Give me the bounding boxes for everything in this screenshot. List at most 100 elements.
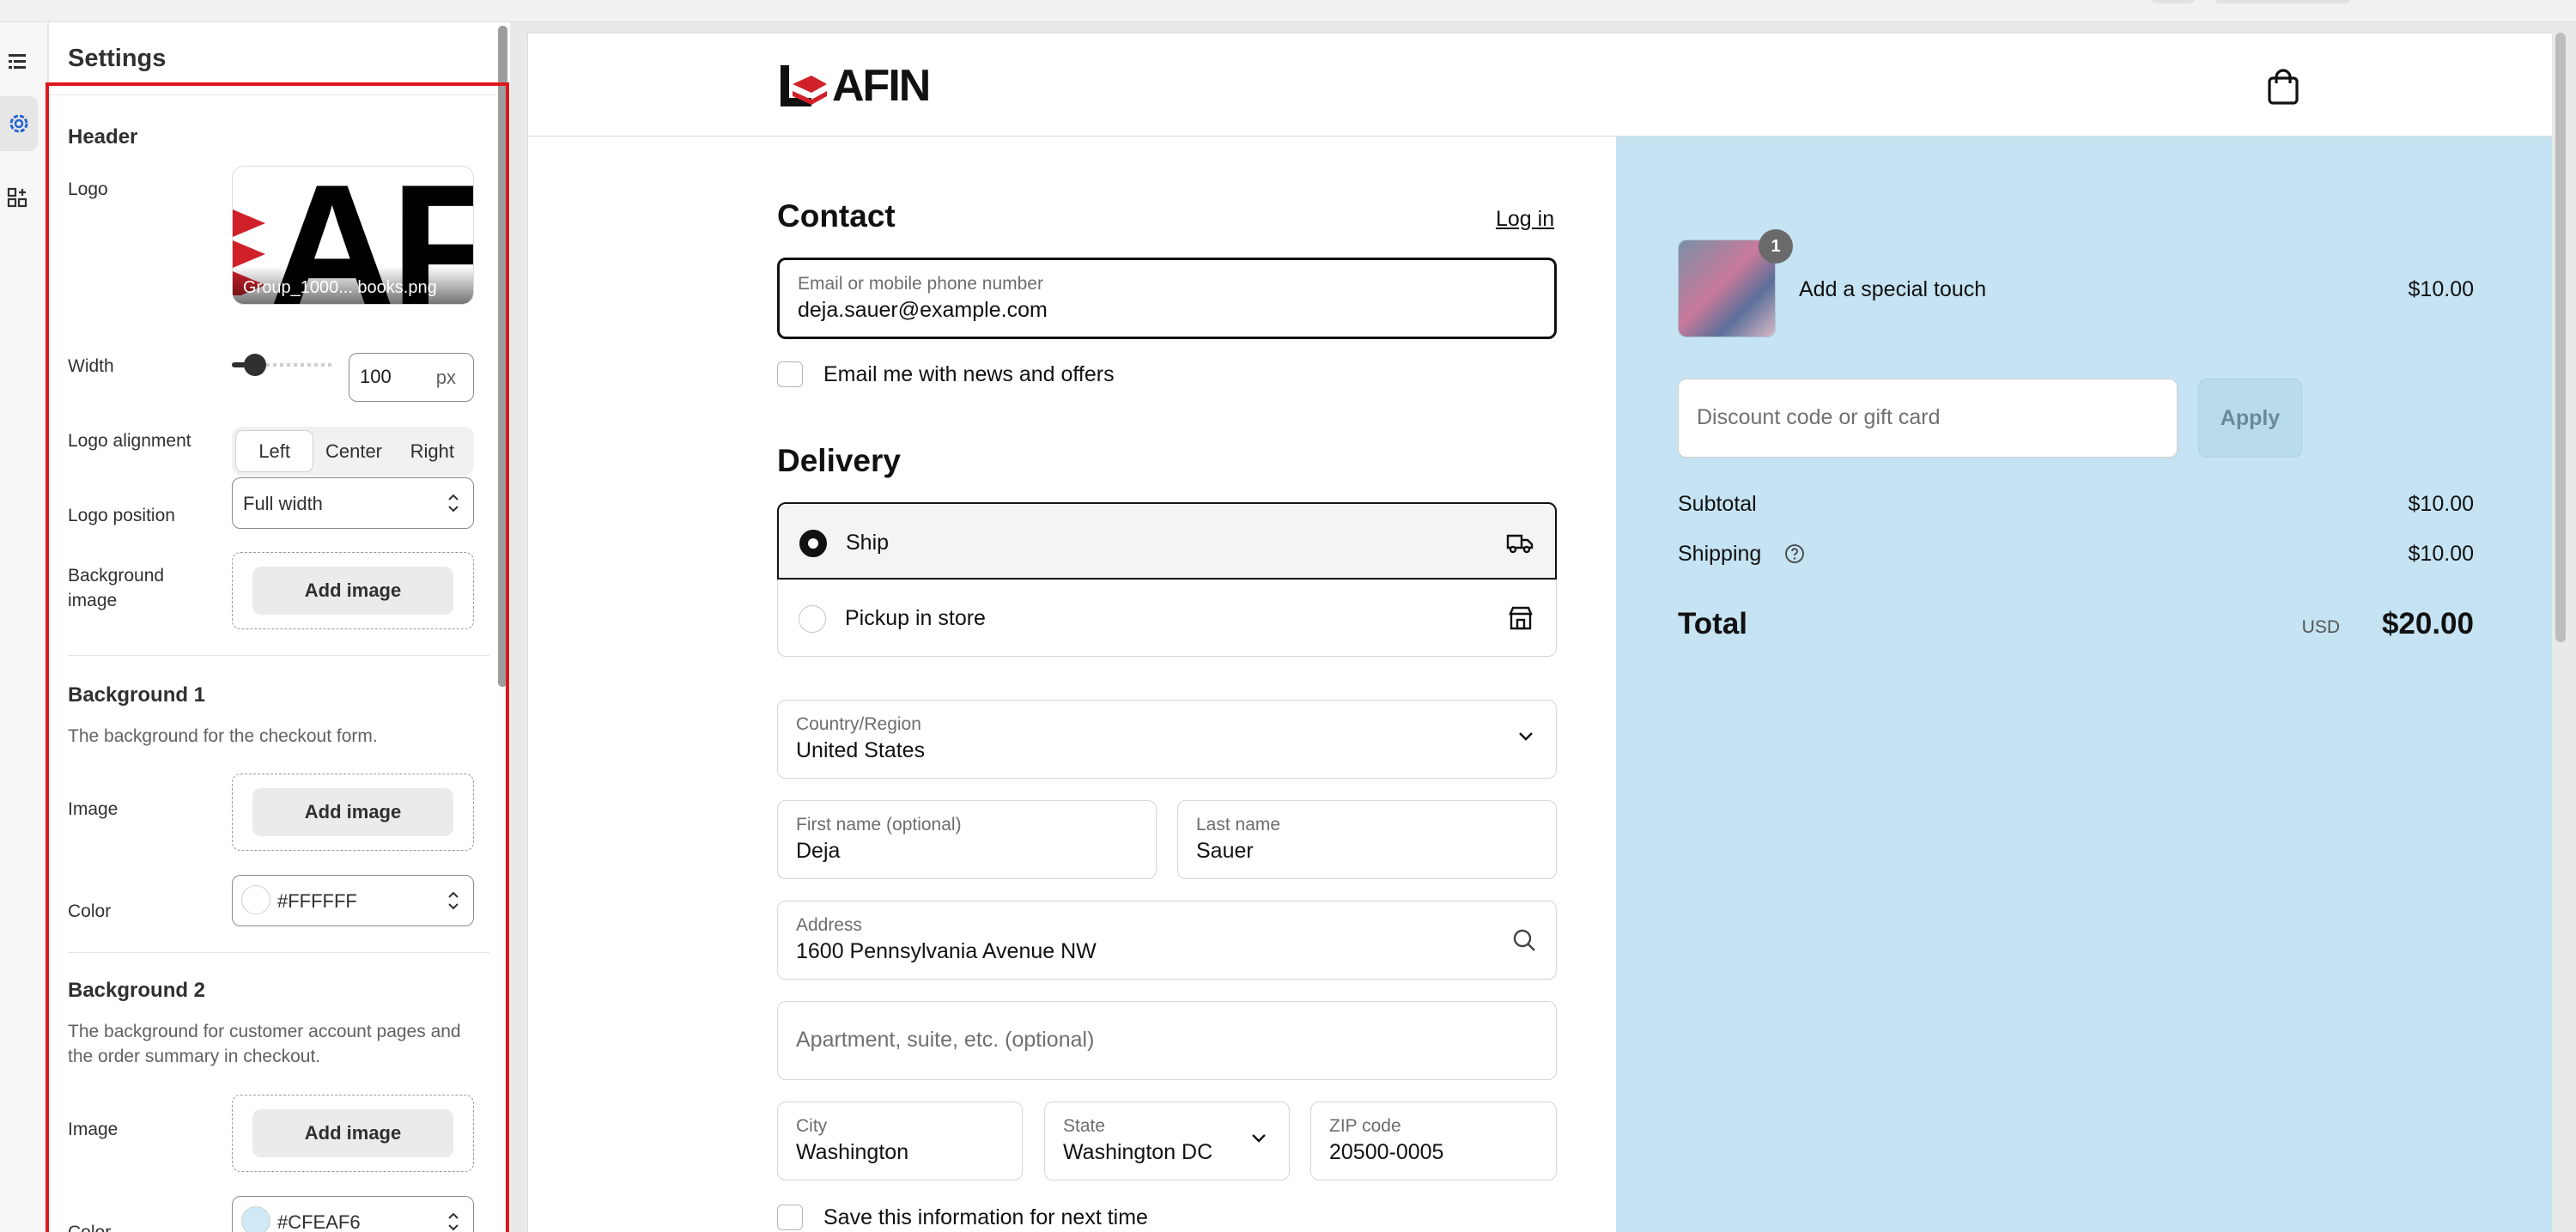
- brand-mark-icon: [781, 65, 827, 106]
- add-image-button[interactable]: Add image: [252, 788, 453, 836]
- alignment-center-option[interactable]: Center: [315, 430, 392, 472]
- address-field[interactable]: Address 1600 Pennsylvania Avenue NW: [777, 901, 1557, 980]
- select-caret-icon: [448, 494, 459, 513]
- discount-placeholder: Discount code or gift card: [1697, 405, 1941, 429]
- background2-color-picker[interactable]: #CFEAF6: [232, 1196, 474, 1232]
- background1-color-picker[interactable]: #FFFFFF: [232, 875, 474, 926]
- city-label: City: [796, 1116, 828, 1136]
- logo-position-label: Logo position: [68, 506, 175, 525]
- product-price: $10.00: [2408, 277, 2474, 301]
- address-value: 1600 Pennsylvania Avenue NW: [796, 939, 1097, 963]
- background2-description: The background for customer account page…: [68, 1022, 461, 1066]
- login-link[interactable]: Log in: [1496, 207, 1554, 232]
- top-toolbar-strip: [0, 0, 2576, 22]
- shipping-value: $10.00: [2408, 542, 2474, 566]
- width-input[interactable]: 100 px: [349, 353, 474, 402]
- background2-image-label: Image: [68, 1120, 118, 1139]
- logo-filename: Group_1000... books.png: [233, 266, 473, 304]
- toolbar-control[interactable]: [2214, 0, 2351, 3]
- email-field[interactable]: Email or mobile phone number deja.sauer@…: [777, 258, 1557, 339]
- save-info-checkbox[interactable]: [777, 1205, 803, 1230]
- apartment-field[interactable]: Apartment, suite, etc. (optional): [777, 1001, 1557, 1080]
- add-image-button[interactable]: Add image: [252, 567, 453, 615]
- color-swatch: [241, 1206, 270, 1232]
- ship-radio[interactable]: [799, 530, 827, 557]
- state-select[interactable]: State Washington DC: [1044, 1102, 1290, 1180]
- slider-knob[interactable]: [244, 354, 267, 376]
- sections-icon[interactable]: [0, 45, 34, 79]
- background1-section-title: Background 1: [68, 683, 206, 707]
- city-value: Washington: [796, 1140, 909, 1164]
- panel-title: Settings: [68, 45, 167, 72]
- pickup-option[interactable]: Pickup in store: [777, 580, 1557, 657]
- select-caret-icon: [448, 1212, 459, 1231]
- settings-gear-icon[interactable]: [0, 96, 38, 151]
- brand-wordmark: AFIN: [832, 61, 931, 111]
- add-image-button[interactable]: Add image: [252, 1109, 453, 1157]
- city-field[interactable]: City Washington: [777, 1102, 1023, 1180]
- apply-button[interactable]: Apply: [2198, 379, 2302, 458]
- delivery-truck-icon: [1506, 534, 1534, 554]
- toolbar-control[interactable]: [2151, 0, 2196, 3]
- pickup-radio[interactable]: [799, 605, 826, 633]
- divider: [68, 952, 489, 953]
- last-name-value: Sauer: [1196, 839, 1254, 863]
- search-icon[interactable]: [1511, 927, 1537, 953]
- brand-logo[interactable]: AFIN: [777, 61, 931, 111]
- width-label: Width: [68, 356, 114, 376]
- first-name-value: Deja: [796, 839, 841, 863]
- product-name: Add a special touch: [1799, 277, 1987, 301]
- background1-color-label: Color: [68, 901, 112, 921]
- panel-scrollbar[interactable]: [498, 26, 507, 687]
- shipping-label: Shipping: [1678, 542, 1762, 566]
- zip-field[interactable]: ZIP code 20500-0005: [1310, 1102, 1557, 1180]
- logo-thumbnail[interactable]: AF Group_1000... books.png: [232, 166, 474, 305]
- logo-alignment-segmented: Left Center Right: [232, 427, 474, 476]
- width-unit: px: [435, 367, 456, 388]
- country-select[interactable]: Country/Region United States: [777, 700, 1557, 779]
- contact-heading: Contact: [777, 198, 896, 234]
- color-swatch: [241, 885, 270, 915]
- delivery-heading: Delivery: [777, 443, 901, 478]
- first-name-field[interactable]: First name (optional) Deja: [777, 800, 1157, 879]
- discount-input[interactable]: Discount code or gift card: [1678, 379, 2178, 458]
- news-checkbox-label: Email me with news and offers: [823, 362, 1115, 386]
- country-label: Country/Region: [796, 714, 921, 734]
- zip-label: ZIP code: [1329, 1116, 1401, 1136]
- logo-label: Logo: [68, 179, 108, 199]
- first-name-label: First name (optional): [796, 815, 962, 834]
- country-value: United States: [796, 738, 926, 762]
- apartment-placeholder: Apartment, suite, etc. (optional): [796, 1028, 1095, 1052]
- email-field-value: deja.sauer@example.com: [798, 298, 1048, 322]
- background2-color-value: #CFEAF6: [277, 1211, 361, 1232]
- subtotal-label: Subtotal: [1678, 492, 1757, 516]
- logo-position-select[interactable]: Full width: [232, 477, 474, 529]
- pickup-option-label: Pickup in store: [845, 606, 986, 630]
- preview-scrollbar[interactable]: [2555, 33, 2566, 642]
- zip-value: 20500-0005: [1329, 1140, 1444, 1164]
- state-label: State: [1063, 1116, 1106, 1136]
- total-label: Total: [1678, 607, 1748, 640]
- checkout-preview: AFIN Contact Log in Email or mobile phon…: [527, 33, 2552, 1232]
- apps-icon[interactable]: [0, 180, 34, 215]
- last-name-field[interactable]: Last name Sauer: [1177, 800, 1557, 879]
- background1-color-value: #FFFFFF: [277, 890, 357, 912]
- select-caret-icon: [448, 891, 459, 910]
- shopping-bag-icon[interactable]: [2266, 68, 2300, 106]
- state-value: Washington DC: [1063, 1140, 1213, 1164]
- alignment-left-option[interactable]: Left: [235, 430, 314, 472]
- logo-alignment-label: Logo alignment: [68, 431, 191, 451]
- news-checkbox[interactable]: [777, 361, 803, 387]
- background-image-label: Background image: [68, 566, 165, 610]
- email-field-label: Email or mobile phone number: [798, 274, 1043, 294]
- ship-option[interactable]: Ship: [777, 502, 1557, 580]
- subtotal-value: $10.00: [2408, 492, 2474, 516]
- alignment-right-option[interactable]: Right: [394, 430, 471, 472]
- background2-image-dropzone: Add image: [232, 1095, 474, 1172]
- total-value: $20.00: [2381, 607, 2474, 640]
- width-slider[interactable]: [232, 352, 335, 378]
- background-image-dropzone: Add image: [232, 552, 474, 629]
- store-icon: [1509, 606, 1533, 630]
- help-circle-icon[interactable]: [1784, 543, 1805, 564]
- editor-icon-rail: [0, 22, 48, 1232]
